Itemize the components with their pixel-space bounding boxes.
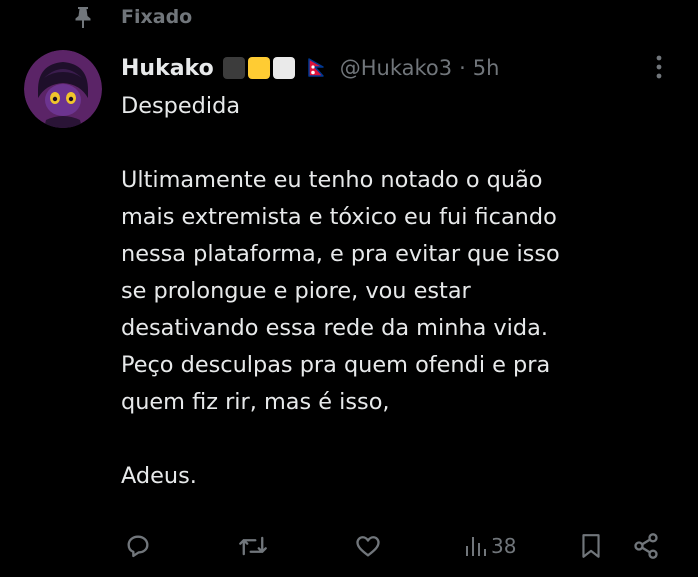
tweet-text: Despedida Ultimamente eu tenho notado o … [121, 88, 681, 495]
reply-icon [124, 532, 152, 560]
pinned-label: Fixado [121, 6, 193, 28]
separator-dot: · [459, 56, 466, 80]
avatar[interactable] [24, 50, 102, 128]
retweet-icon [238, 532, 268, 560]
like-button[interactable] [354, 529, 382, 563]
user-handle[interactable]: @Hukako3 [340, 56, 452, 80]
badge-black-square [222, 57, 245, 79]
tweet-paragraph: Ultimamente eu tenho notado o quão mais … [121, 167, 560, 415]
more-options-button[interactable] [646, 54, 672, 84]
more-dots-icon [656, 54, 662, 84]
heart-icon [354, 532, 382, 560]
views-button[interactable]: 38 [465, 529, 516, 563]
badge-yellow-square [247, 57, 270, 79]
name-badges [222, 57, 298, 79]
nepal-flag-icon [307, 58, 326, 78]
tweet-actions: 38 [0, 529, 698, 563]
badge-white-square [272, 57, 295, 79]
retweet-button[interactable] [238, 529, 268, 563]
pin-icon [70, 4, 96, 30]
tweet-header: Hukako @Hukako3 · 5h [121, 50, 499, 86]
bookmark-button[interactable] [580, 529, 602, 563]
views-count: 38 [491, 534, 517, 558]
pinned-indicator: Fixado [70, 3, 192, 31]
tweet-title: Despedida [121, 93, 241, 119]
views-icon [465, 534, 487, 558]
timestamp[interactable]: 5h [473, 56, 500, 80]
share-icon [632, 532, 660, 560]
share-button[interactable] [632, 529, 660, 563]
bookmark-icon [580, 532, 602, 560]
tweet-paragraph: Adeus. [121, 463, 197, 489]
display-name[interactable]: Hukako [121, 56, 214, 81]
reply-button[interactable] [124, 529, 152, 563]
